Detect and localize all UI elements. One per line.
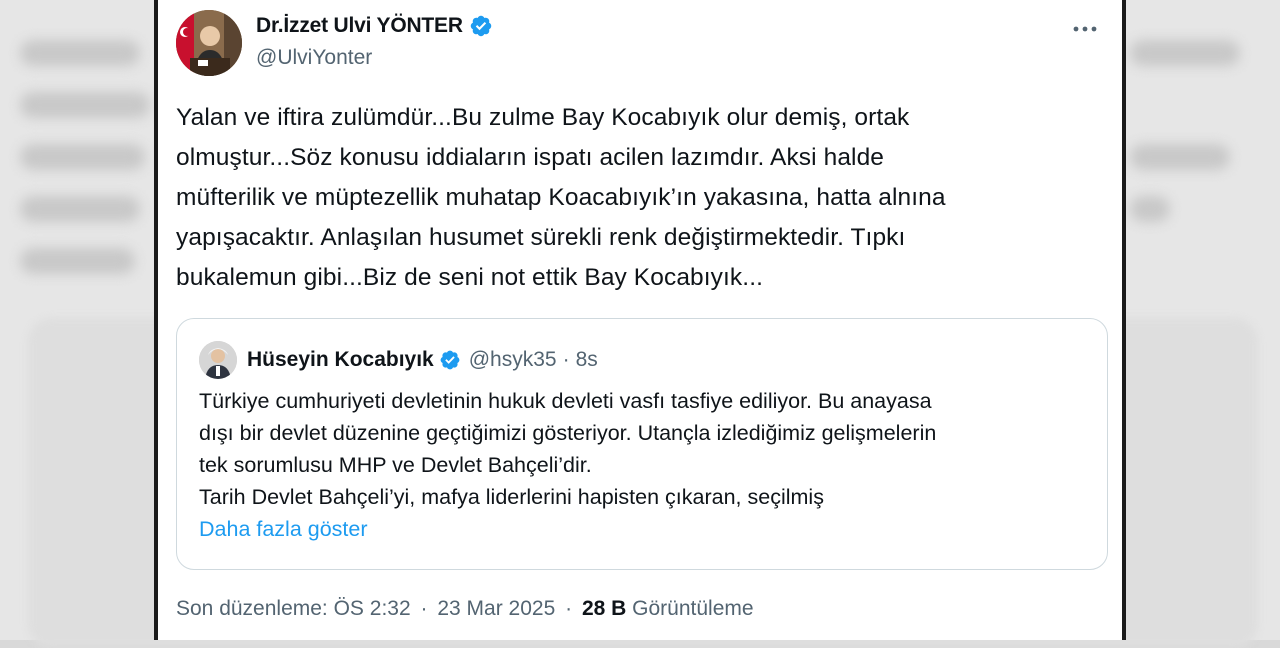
tweet-body-line: bukalemun gibi...Biz de seni not ettik B… bbox=[176, 264, 764, 291]
frame-border-right bbox=[1122, 0, 1126, 640]
author-name[interactable]: Dr.İzzet Ulvi YÖNTER bbox=[256, 14, 463, 38]
separator-dot: · bbox=[420, 597, 428, 620]
tweet-body-line: Yalan ve iftira zulümdür...Bu zulme Bay … bbox=[176, 104, 910, 131]
blur-line bbox=[1130, 40, 1240, 66]
tweet-body-line: müfterilik ve müptezellik muhatap Koacab… bbox=[176, 184, 946, 211]
blur-line bbox=[20, 92, 150, 118]
blur-line bbox=[20, 248, 135, 274]
quoted-avatar-image-icon bbox=[199, 341, 237, 379]
avatar-image-icon bbox=[176, 10, 242, 76]
quoted-body-line: Tarih Devlet Bahçeli’yi, mafya liderleri… bbox=[199, 485, 824, 509]
blur-line bbox=[1130, 144, 1230, 170]
tweet-body-line: yapışacaktır. Anlaşılan husumet sürekli … bbox=[176, 224, 906, 251]
quoted-tweet[interactable]: Hüseyin Kocabıyık @hsyk35 · 8s Türkiye c… bbox=[176, 318, 1108, 570]
blur-line bbox=[20, 40, 140, 66]
quoted-body-line: dışı bir devlet düzenine geçtiğimizi gös… bbox=[199, 421, 937, 445]
quoted-body-line: tek sorumlusu MHP ve Devlet Bahçeli’dir. bbox=[199, 453, 592, 477]
author-avatar[interactable] bbox=[176, 10, 242, 76]
quoted-author-avatar[interactable] bbox=[199, 341, 237, 379]
verified-badge-icon bbox=[440, 350, 460, 370]
tweet-card: Dr.İzzet Ulvi YÖNTER @UlviYonter Yalan v… bbox=[158, 0, 1122, 640]
quoted-tweet-header: Hüseyin Kocabıyık @hsyk35 · 8s bbox=[199, 341, 598, 379]
tweet-body: Yalan ve iftira zulümdür...Bu zulme Bay … bbox=[176, 98, 1076, 298]
tweet-body-line: olmuştur...Söz konusu iddiaların ispatı … bbox=[176, 144, 885, 171]
edited-label[interactable]: Son düzenleme: ÖS 2:32 bbox=[176, 597, 411, 620]
verified-badge-icon bbox=[470, 15, 492, 37]
blur-line bbox=[20, 196, 140, 222]
separator-dot: · bbox=[562, 348, 570, 371]
show-more-link[interactable]: Daha fazla göster bbox=[199, 513, 1079, 545]
tweet-header: Dr.İzzet Ulvi YÖNTER @UlviYonter bbox=[176, 8, 1104, 76]
quoted-tweet-time[interactable]: 8s bbox=[576, 348, 598, 372]
tweet-meta: Son düzenleme: ÖS 2:32 · 23 Mar 2025 · 2… bbox=[176, 597, 754, 621]
views-label: Görüntüleme bbox=[632, 597, 754, 620]
author-name-row: Dr.İzzet Ulvi YÖNTER bbox=[256, 14, 493, 38]
quoted-tweet-body: Türkiye cumhuriyeti devletinin hukuk dev… bbox=[199, 385, 1079, 545]
quoted-author-name[interactable]: Hüseyin Kocabıyık bbox=[247, 348, 434, 372]
separator-dot: · bbox=[565, 597, 573, 620]
tweet-date[interactable]: 23 Mar 2025 bbox=[437, 597, 555, 620]
quoted-author-handle[interactable]: @hsyk35 bbox=[469, 348, 557, 372]
quoted-body-line: Türkiye cumhuriyeti devletinin hukuk dev… bbox=[199, 389, 932, 413]
blur-line bbox=[1130, 196, 1170, 222]
views-count: 28 B bbox=[581, 597, 627, 620]
blur-line bbox=[20, 144, 145, 170]
more-horizontal-icon[interactable] bbox=[1070, 18, 1100, 40]
author-handle[interactable]: @UlviYonter bbox=[256, 46, 372, 70]
